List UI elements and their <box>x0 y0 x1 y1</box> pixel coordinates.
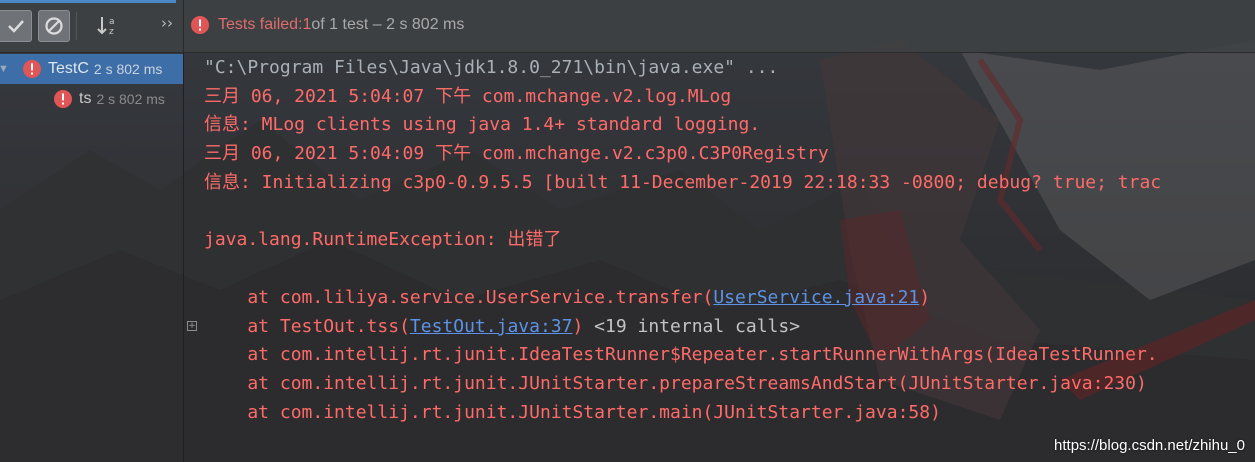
error-icon <box>54 90 72 108</box>
stack-frame-prefix: at com.liliya.service.UserService.transf… <box>204 287 714 308</box>
failed-count: 1 <box>302 16 312 33</box>
stack-frame-line: at com.intellij.rt.junit.IdeaTestRunner$… <box>204 344 1158 365</box>
expand-plus-icon[interactable]: + <box>187 321 197 331</box>
error-icon <box>191 16 209 34</box>
expand-arrow-icon[interactable]: ▼ <box>0 63 10 75</box>
svg-text:a: a <box>109 17 115 27</box>
tree-item-name: ts <box>79 90 92 107</box>
console-line: 信息: Initializing c3p0-0.9.5.5 [built 11-… <box>204 172 1162 193</box>
stack-frame-prefix: at TestOut.tss( <box>204 316 410 337</box>
stack-frame-suffix: ) <box>572 316 595 337</box>
test-status-summary: Tests failed: 1 of 1 test – 2 s 802 ms <box>190 15 464 35</box>
console-line: 三月 06, 2021 5:04:07 下午 com.mchange.v2.lo… <box>204 86 732 107</box>
stack-frame-line: at com.intellij.rt.junit.JUnitStarter.ma… <box>204 402 941 423</box>
tree-item-name: TestC <box>48 60 89 77</box>
double-chevron-right-icon[interactable]: ›› <box>161 14 173 32</box>
status-rest: of 1 test – 2 s 802 ms <box>311 16 465 33</box>
internal-calls-fold[interactable]: <19 internal calls> <box>594 316 800 337</box>
toolbar-separator <box>76 12 77 40</box>
console-line: "C:\Program Files\Java\jdk1.8.0_271\bin\… <box>204 57 779 78</box>
panel-divider <box>183 0 184 52</box>
source-link[interactable]: TestOut.java:37 <box>410 316 573 337</box>
console-line: 信息: MLog clients using java 1.4+ standar… <box>204 114 761 135</box>
stack-frame-suffix: ) <box>919 287 931 308</box>
exception-line: java.lang.RuntimeException: 出错了 <box>204 229 562 250</box>
console-line: 三月 06, 2021 5:04:09 下午 com.mchange.v2.c3… <box>204 143 829 164</box>
error-icon <box>23 60 41 78</box>
tree-item-testc[interactable]: ▼ TestC 2 s 802 ms <box>0 54 183 84</box>
show-ignored-button[interactable] <box>38 10 70 42</box>
active-tab-indicator <box>0 0 176 3</box>
stop-icon <box>45 17 63 35</box>
stack-frame-line: at com.intellij.rt.junit.JUnitStarter.pr… <box>204 373 1147 394</box>
tree-item-time: 2 s 802 ms <box>96 91 165 107</box>
check-icon <box>7 20 24 33</box>
tree-item-time: 2 s 802 ms <box>93 61 163 77</box>
show-passed-button[interactable] <box>0 10 32 42</box>
svg-text:z: z <box>109 27 114 37</box>
stack-frame-line: at com.liliya.service.UserService.transf… <box>204 286 930 310</box>
stack-frame-line: at TestOut.tss(TestOut.java:37) <19 inte… <box>204 315 800 339</box>
source-link[interactable]: UserService.java:21 <box>713 287 919 308</box>
console-output[interactable]: "C:\Program Files\Java\jdk1.8.0_271\bin\… <box>184 53 1255 462</box>
sort-alpha-icon: a z <box>97 17 115 37</box>
test-runner-toolbar: a z ›› Tests failed: 1 of 1 test – 2 s 8… <box>0 0 1255 53</box>
status-prefix: Tests failed: <box>218 16 303 33</box>
sort-alphabetically-button[interactable]: a z <box>92 10 124 42</box>
test-tree: ▼ TestC 2 s 802 ms ts 2 s 802 ms <box>0 53 184 462</box>
tree-item-ts[interactable]: ts 2 s 802 ms <box>0 84 183 114</box>
watermark: https://blog.csdn.net/zhihu_0 <box>1054 437 1245 454</box>
